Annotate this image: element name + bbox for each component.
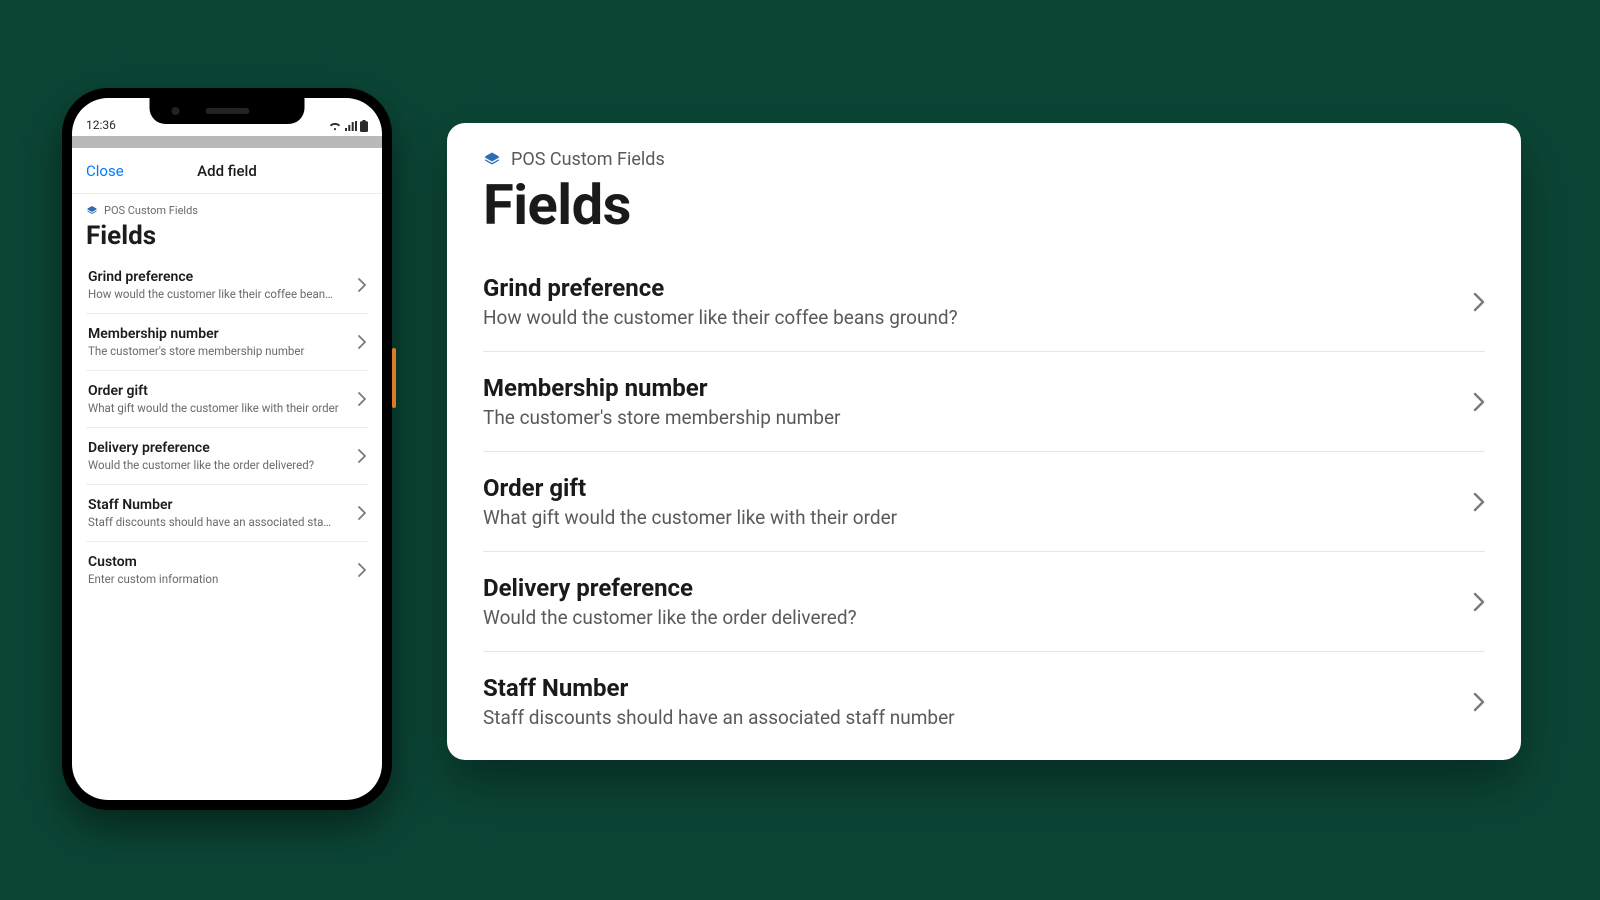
phone-notch [150,98,305,124]
list-item-sub: What gift would the customer like with t… [483,506,1453,529]
list-item-sub: The customer's store membership number [88,344,348,358]
chevron-right-icon [1473,692,1485,712]
chevron-right-icon [358,335,366,349]
home-indicator[interactable] [172,788,282,792]
sheet-body: POS Custom Fields Fields Grind preferenc… [72,194,382,800]
sheet-header: Close Add field [72,148,382,194]
list-item-title: Delivery preference [88,440,348,456]
list-item-sub: Staff discounts should have an associate… [88,515,348,529]
phone-frame: 12:36 Close Add field POS Custom Fields … [62,88,392,810]
list-item-title: Membership number [483,374,1453,402]
sheet-title: Add field [197,162,257,180]
detail-panel: POS Custom Fields Fields Grind preferenc… [447,123,1521,760]
phone-screen: 12:36 Close Add field POS Custom Fields … [72,98,382,800]
chevron-right-icon [358,278,366,292]
chevron-right-icon [1473,292,1485,312]
list-item-title: Delivery preference [483,574,1453,602]
list-item-title: Custom [88,554,348,570]
app-label-row: POS Custom Fields [483,149,1485,170]
list-item-title: Staff Number [88,497,348,513]
chevron-right-icon [358,392,366,406]
list-item-title: Grind preference [483,274,1453,302]
list-item-title: Grind preference [88,269,348,285]
chevron-right-icon [358,563,366,577]
list-item-sub: How would the customer like their coffee… [483,306,1453,329]
background-dim [72,136,382,148]
list-item[interactable]: Grind preference How would the customer … [86,257,368,314]
chevron-right-icon [358,506,366,520]
page-title: Fields [483,172,1485,238]
list-item[interactable]: Membership number The customer's store m… [483,352,1485,452]
list-item-title: Staff Number [483,674,1453,702]
fields-list: Grind preference How would the customer … [72,257,382,598]
list-item[interactable]: Staff Number Staff discounts should have… [483,652,1485,751]
app-icon [86,205,98,217]
list-item-sub: Enter custom information [88,572,348,586]
list-item[interactable]: Staff Number Staff discounts should have… [86,485,368,542]
list-item[interactable]: Delivery preference Would the customer l… [86,428,368,485]
app-label-row: POS Custom Fields [72,204,382,221]
list-item[interactable]: Membership number The customer's store m… [86,314,368,371]
list-item-sub: How would the customer like their coffee… [88,287,348,301]
app-name: POS Custom Fields [511,149,665,170]
phone-power-button [392,348,396,408]
close-button[interactable]: Close [86,162,124,180]
list-item[interactable]: Delivery preference Would the customer l… [483,552,1485,652]
list-item-sub: Would the customer like the order delive… [483,606,1453,629]
chevron-right-icon [358,449,366,463]
list-item-sub: Would the customer like the order delive… [88,458,348,472]
list-item[interactable]: Order gift What gift would the customer … [86,371,368,428]
status-time: 12:36 [86,118,116,132]
list-item[interactable]: Grind preference How would the customer … [483,252,1485,352]
list-item[interactable]: Custom Enter custom information [86,542,368,598]
battery-icon [360,120,368,132]
list-item-title: Membership number [88,326,348,342]
chevron-right-icon [1473,492,1485,512]
list-item-sub: What gift would the customer like with t… [88,401,348,415]
chevron-right-icon [1473,392,1485,412]
list-item[interactable]: Order gift What gift would the customer … [483,452,1485,552]
cellular-icon [345,121,357,131]
list-item-title: Order gift [483,474,1453,502]
list-item-sub: Staff discounts should have an associate… [483,706,1453,729]
list-item-sub: The customer's store membership number [483,406,1453,429]
app-name: POS Custom Fields [104,204,198,217]
chevron-right-icon [1473,592,1485,612]
app-icon [483,151,501,169]
page-title: Fields [72,221,382,257]
status-icons [328,120,368,132]
wifi-icon [328,121,342,131]
list-item-title: Order gift [88,383,348,399]
